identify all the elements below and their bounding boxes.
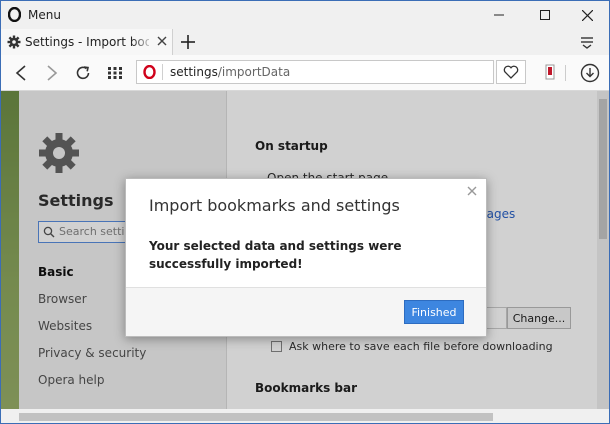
- extension-icon: [545, 64, 555, 80]
- grid-icon: [108, 67, 122, 79]
- heart-icon: [503, 65, 519, 79]
- dialog-title: Import bookmarks and settings: [149, 196, 400, 215]
- navigation-bar: settings/importData: [1, 55, 609, 91]
- tab-settings[interactable]: Settings - Import bookmarks: [1, 29, 173, 55]
- download-icon: [580, 63, 600, 83]
- reload-icon: [76, 66, 90, 80]
- new-tab-icon[interactable]: [179, 33, 197, 51]
- title-bar: Menu: [1, 1, 609, 29]
- opera-logo-icon[interactable]: [8, 7, 21, 22]
- close-window-button[interactable]: [565, 1, 609, 29]
- downloads-button[interactable]: [579, 62, 601, 84]
- dialog-close-icon[interactable]: [466, 185, 478, 197]
- horizontal-scroll-thumb[interactable]: [19, 413, 493, 421]
- address-text[interactable]: settings/importData: [170, 65, 290, 79]
- horizontal-scrollbar[interactable]: [1, 409, 609, 423]
- minimize-icon: [494, 14, 504, 16]
- maximize-icon: [540, 10, 550, 20]
- finished-button[interactable]: Finished: [404, 300, 464, 324]
- reload-button[interactable]: [72, 62, 94, 84]
- browser-window: Menu Settings - Import bookmarks: [0, 0, 610, 424]
- forward-button[interactable]: [41, 62, 63, 84]
- address-bar[interactable]: settings/importData: [136, 60, 494, 84]
- opera-badge-icon: [143, 65, 156, 79]
- close-icon: [581, 9, 593, 21]
- tab-close-icon[interactable]: [155, 34, 169, 48]
- maximize-button[interactable]: [523, 1, 567, 29]
- extension-button[interactable]: [539, 62, 561, 84]
- speed-dial-button[interactable]: [104, 62, 126, 84]
- gear-icon: [7, 35, 21, 49]
- back-button[interactable]: [10, 62, 32, 84]
- import-dialog: Import bookmarks and settings Your selec…: [125, 178, 487, 337]
- bookmark-heart-button[interactable]: [496, 60, 526, 84]
- dialog-footer: Finished: [126, 287, 486, 336]
- tab-strip: Settings - Import bookmarks: [1, 29, 609, 55]
- tab-menu-icon[interactable]: [579, 34, 595, 50]
- menu-label[interactable]: Menu: [28, 8, 61, 22]
- minimize-button[interactable]: [477, 1, 521, 29]
- forward-arrow-icon: [47, 65, 58, 81]
- dialog-message: Your selected data and settings were suc…: [149, 239, 402, 271]
- back-arrow-icon: [15, 65, 26, 81]
